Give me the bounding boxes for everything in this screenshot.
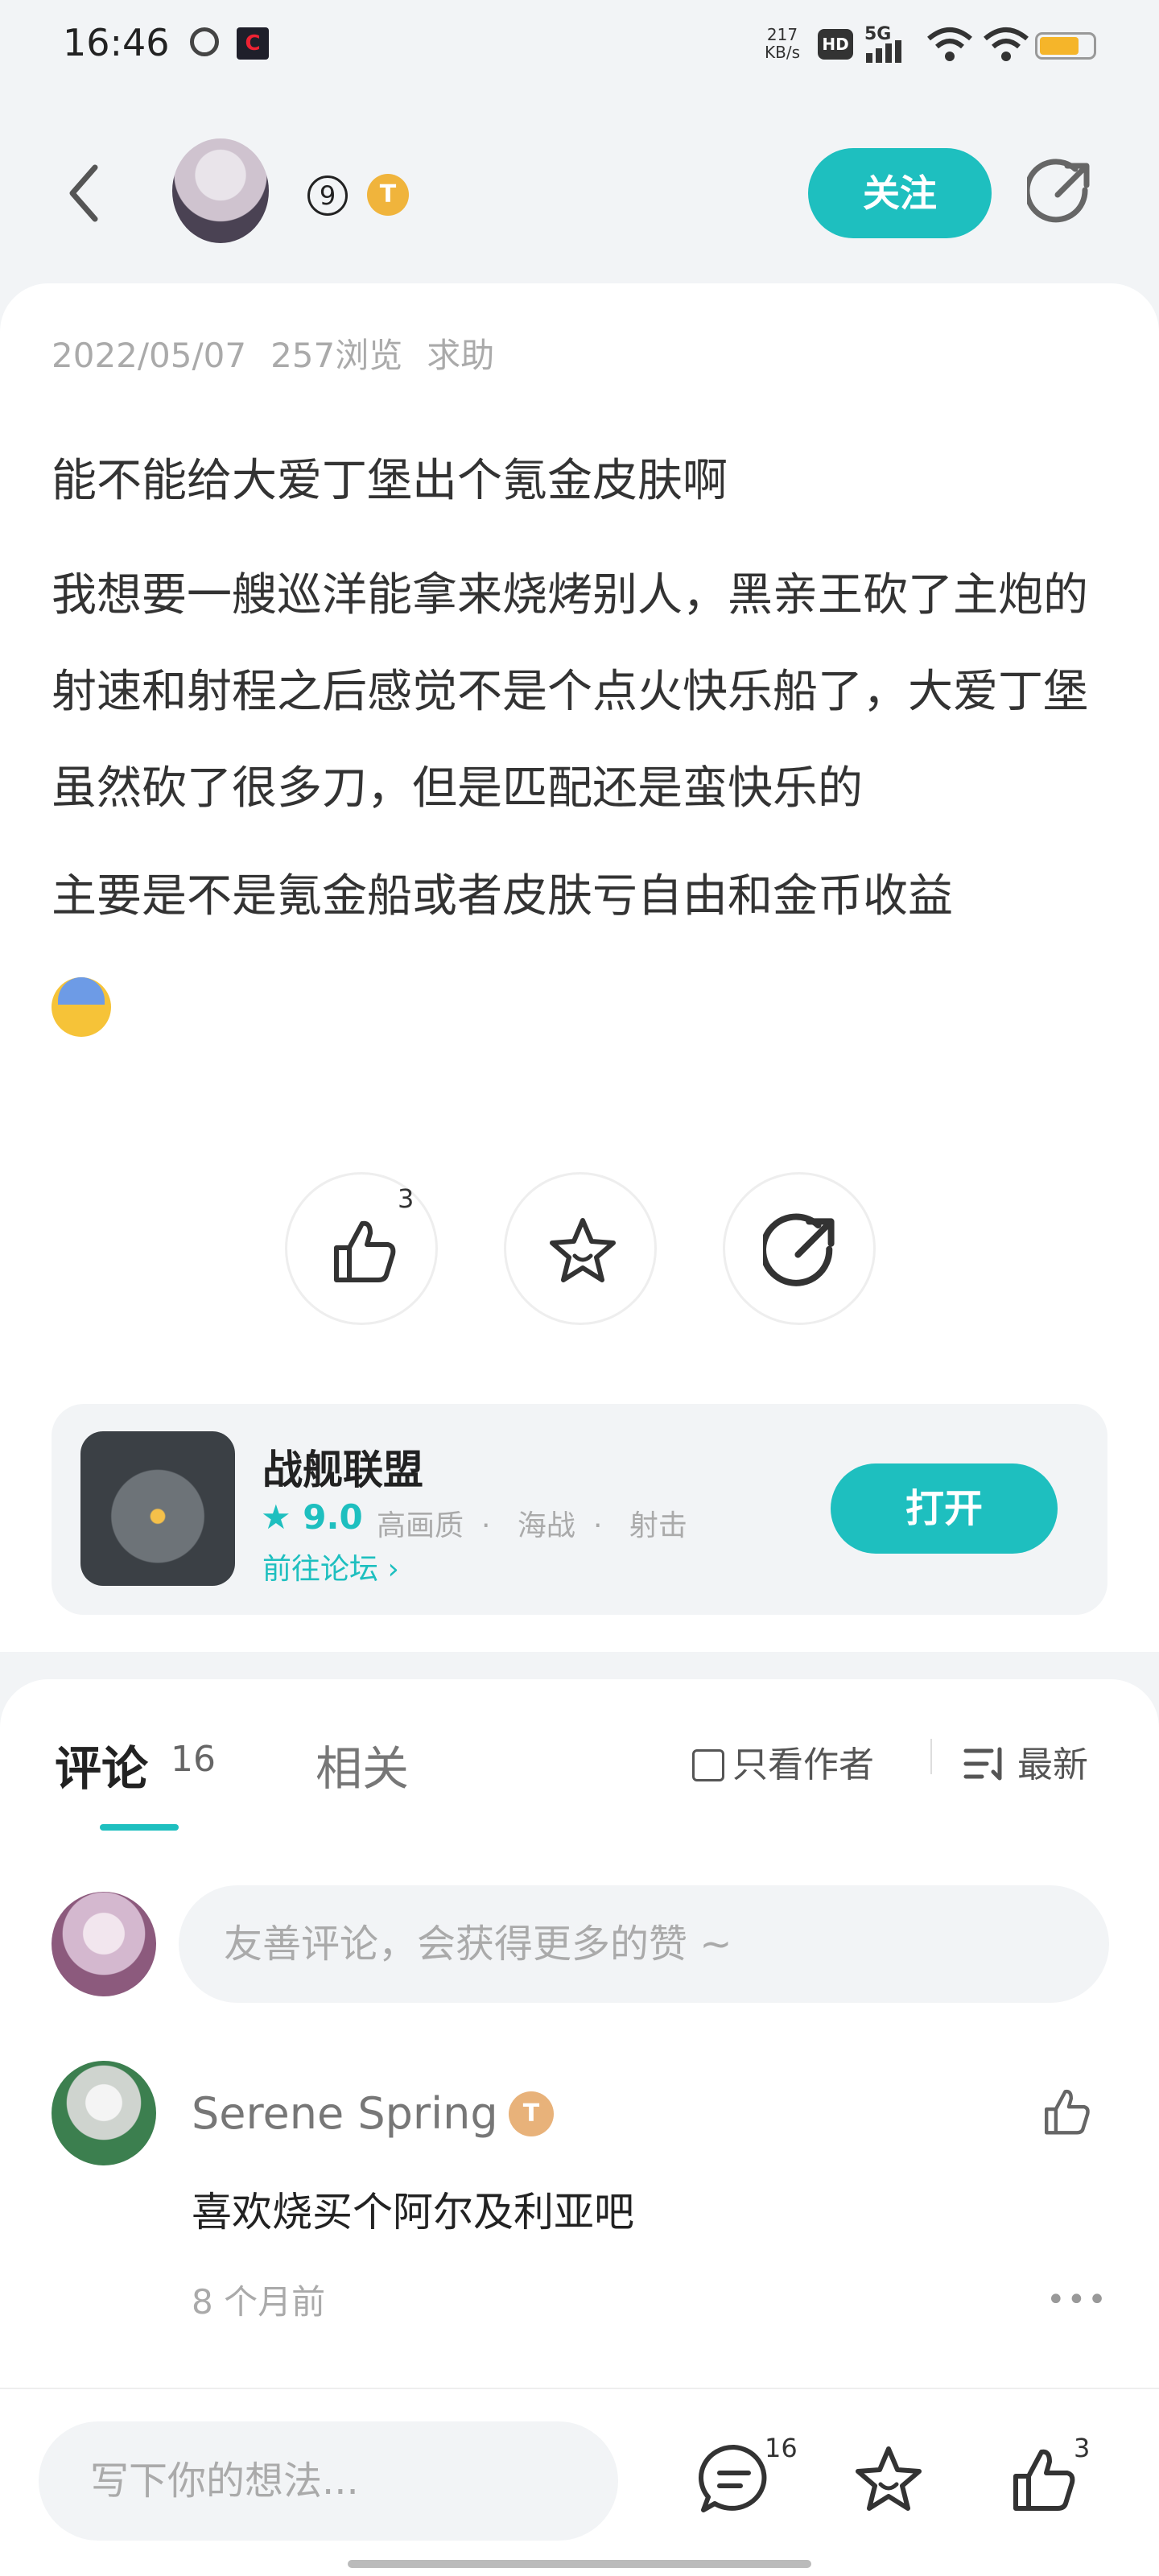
chevron-left-icon [69, 164, 98, 222]
open-game-button[interactable]: 打开 [831, 1463, 1058, 1554]
chevron-right-icon: › [387, 1553, 399, 1586]
wifi-icon [927, 27, 972, 61]
game-icon[interactable] [80, 1431, 235, 1586]
wifi-icon-2 [984, 27, 1029, 61]
post-views: 257浏览 [270, 336, 403, 375]
comment-like-icon[interactable] [1038, 2083, 1095, 2140]
checkbox-icon [692, 1749, 724, 1781]
divider [930, 1739, 932, 1774]
post-paragraph: 我想要一艘巡洋能拿来烧烤别人，黑亲王砍了主炮的射速和射程之后感觉不是个点火快乐船… [52, 569, 1088, 815]
comments-count: 16 [171, 1739, 216, 1780]
net-speed: 217 KB/s [765, 25, 800, 62]
game-tags: 高画质 · 海战 · 射击 [377, 1509, 687, 1542]
post-paragraph: 主要是不是氪金船或者皮肤亏自由和金币收益 [52, 870, 953, 923]
home-indicator[interactable] [348, 2560, 811, 2568]
only-author-toggle[interactable]: 只看作者 [692, 1736, 874, 1787]
sort-button[interactable]: 最新 [963, 1736, 1088, 1787]
hd-icon: HD [818, 29, 853, 60]
forum-link[interactable]: 前往论坛 › [262, 1546, 399, 1587]
sort-icon [963, 1747, 1002, 1781]
anxious-face-emoji-icon [52, 976, 111, 1037]
my-avatar [52, 1892, 156, 1996]
comment-text: 喜欢烧买个阿尔及利亚吧 [192, 2189, 634, 2235]
user-title-badge: T [509, 2091, 554, 2136]
comment-input[interactable]: 友善评论，会获得更多的赞 ~ [179, 1885, 1109, 2003]
share-icon [763, 1213, 835, 1286]
like-count: 3 [1074, 2433, 1091, 2463]
comments-section [0, 1679, 1159, 2404]
like-button[interactable] [285, 1172, 438, 1325]
game-tag: 射击 [629, 1509, 687, 1542]
cell-bars-icon [866, 40, 901, 63]
comment-username[interactable]: Serene Spring [192, 2088, 498, 2139]
sync-icon [190, 27, 219, 56]
tab-related[interactable]: 相关 [316, 1731, 409, 1798]
post-body: 我想要一艘巡洋能拿来烧烤别人，黑亲王砍了主炮的射速和射程之后感觉不是个点火快乐船… [52, 547, 1098, 1053]
share-button[interactable] [723, 1172, 876, 1325]
write-input[interactable]: 写下你的想法... [39, 2421, 618, 2541]
tab-comments[interactable]: 评论 [55, 1731, 148, 1798]
status-time: 16:46 [63, 21, 170, 64]
star-icon [550, 1218, 616, 1282]
post-date: 2022/05/07 [52, 336, 247, 375]
comment-avatar[interactable] [52, 2061, 156, 2165]
star-icon: ★ [261, 1497, 291, 1537]
thumbs-up-icon[interactable] [1004, 2441, 1082, 2518]
game-name: 战舰联盟 [262, 1447, 423, 1493]
post-category[interactable]: 求助 [427, 336, 494, 375]
favorite-button[interactable] [504, 1172, 657, 1325]
author-avatar[interactable] [172, 138, 269, 243]
post-meta: 2022/05/07 257浏览 求助 [52, 328, 518, 378]
post-title: 能不能给大爱丁堡出个氪金皮肤啊 [52, 455, 728, 507]
more-options-icon[interactable]: ••• [1046, 2281, 1108, 2318]
share-icon[interactable] [1027, 158, 1095, 225]
comment-count: 16 [765, 2433, 798, 2463]
game-tag: 海战 [517, 1509, 575, 1542]
active-tab-indicator [100, 1824, 179, 1831]
thumbs-up-icon [334, 1220, 396, 1282]
level-badge: 9 [307, 175, 348, 216]
battery-icon [1035, 32, 1096, 60]
comment-time: 8 个月前 [192, 2282, 326, 2322]
like-count: 3 [398, 1183, 415, 1214]
game-score: ★ 9.0 [261, 1497, 363, 1537]
star-icon[interactable] [850, 2441, 927, 2518]
comment-icon[interactable] [695, 2441, 773, 2518]
title-badge: T [367, 174, 409, 216]
game-tag: 高画质 [377, 1509, 464, 1542]
follow-button[interactable]: 关注 [808, 148, 992, 238]
back-button[interactable] [64, 161, 105, 225]
app-notification-icon: C [237, 27, 269, 60]
